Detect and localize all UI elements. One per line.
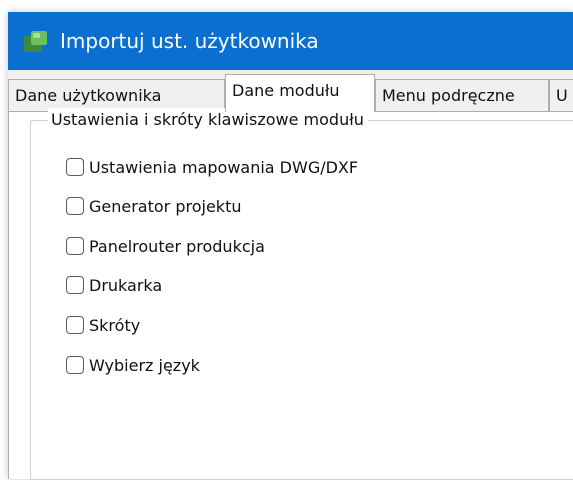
option-label: Panelrouter produkcja — [89, 236, 265, 256]
option-shortcuts[interactable]: Skróty — [66, 311, 140, 339]
tab-strip: Dane użytkownika Dane modułu Menu podręc… — [8, 70, 573, 112]
option-label: Ustawienia mapowania DWG/DXF — [89, 157, 359, 177]
checkbox[interactable] — [66, 237, 84, 255]
checkbox[interactable] — [66, 276, 84, 294]
option-panelrouter-production[interactable]: Panelrouter produkcja — [66, 232, 265, 260]
checkbox[interactable] — [66, 197, 84, 215]
window-title: Importuj ust. użytkownika — [60, 29, 319, 53]
option-choose-language[interactable]: Wybierz język — [66, 351, 200, 379]
option-label: Skróty — [89, 315, 141, 335]
option-printer[interactable]: Drukarka — [66, 271, 162, 299]
checkbox[interactable] — [66, 356, 84, 374]
option-label: Generator projektu — [89, 196, 242, 216]
app-puzzle-icon — [24, 31, 47, 52]
option-label: Wybierz język — [89, 355, 200, 375]
checkbox[interactable] — [66, 158, 84, 176]
tab-module-data[interactable]: Dane modułu — [225, 74, 375, 112]
checkbox[interactable] — [66, 316, 84, 334]
tab-next-partial[interactable]: U — [549, 79, 573, 111]
tab-context-menu[interactable]: Menu podręczne — [375, 79, 549, 111]
option-label: Drukarka — [89, 275, 163, 295]
option-project-generator[interactable]: Generator projektu — [66, 192, 241, 220]
option-dwg-dxf-mapping[interactable]: Ustawienia mapowania DWG/DXF — [66, 153, 358, 181]
title-bar[interactable]: Importuj ust. użytkownika — [8, 12, 573, 70]
tab-user-data[interactable]: Dane użytkownika — [8, 79, 225, 111]
